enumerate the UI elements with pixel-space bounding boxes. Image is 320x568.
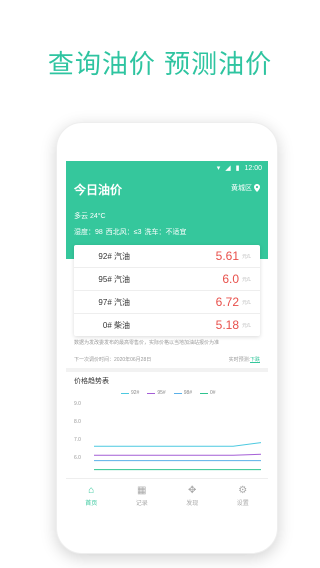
- battery-icon: ▮: [235, 165, 240, 172]
- fuel-unit: 元/L: [242, 253, 252, 260]
- tab-discover[interactable]: ✥ 发现: [167, 479, 218, 513]
- status-time: 12:00: [244, 164, 262, 172]
- price-row[interactable]: 92# 汽油 5.61 元/L: [74, 245, 260, 268]
- fuel-name: 92# 汽油: [98, 251, 130, 261]
- fuel-price: 5.18: [215, 318, 239, 332]
- tab-label: 发现: [186, 500, 199, 507]
- tab-label: 记录: [135, 500, 148, 507]
- chart-legend: 92# 95# 98# 0#: [121, 390, 216, 396]
- price-row[interactable]: 0# 柴油 5.18 元/L: [74, 314, 260, 336]
- humidity: 湿度：98: [74, 229, 103, 236]
- series-line-95#: [94, 453, 262, 456]
- fuel-name: 0# 柴油: [102, 320, 130, 330]
- page-title: 今日油价: [74, 183, 123, 197]
- legend-item: 92#: [121, 390, 139, 396]
- fuel-unit: 元/L: [242, 322, 252, 329]
- legend-item: 98#: [173, 390, 192, 396]
- price-trend-chart: 9.0 8.0 7.0 6.0: [74, 401, 262, 471]
- price-card: 92# 汽油 5.61 元/L 95# 汽油 6.0 元/L 97# 汽油 6.…: [74, 245, 260, 336]
- fuel-price: 5.61: [215, 249, 239, 263]
- legend-item: 0#: [200, 390, 216, 396]
- weather-details: 湿度：98 西北风：≤3 洗车：不适宜: [74, 227, 187, 237]
- adjust-info: 下一次调价时间：2020年06月28日 实时预测:下跌: [74, 356, 260, 363]
- price-row[interactable]: 95# 汽油 6.0 元/L: [74, 268, 260, 291]
- series-line-92#: [94, 442, 262, 447]
- y-tick-label: 7.0: [74, 437, 81, 443]
- app-screen: ▾ ◢ ▮ 12:00 今日油价 黄城区 多云 24°C 湿度：98 西北风：≤…: [66, 161, 268, 513]
- calendar-icon: ▦: [137, 484, 147, 496]
- forecast-link[interactable]: 下跌: [250, 357, 260, 363]
- tab-label: 设置: [236, 500, 249, 507]
- y-tick-label: 9.0: [74, 401, 81, 407]
- region-label: 黄城区: [231, 185, 252, 192]
- status-bar: ▾ ◢ ▮ 12:00: [66, 161, 268, 175]
- realtime-forecast: 实时预测:下跌: [229, 356, 260, 363]
- fuel-price: 6.0: [222, 272, 239, 286]
- carwash: 洗车：不适宜: [144, 229, 187, 236]
- y-tick-label: 6.0: [74, 455, 81, 461]
- fuel-unit: 元/L: [242, 299, 252, 306]
- gamepad-icon: ✥: [188, 484, 197, 496]
- legend-item: 95#: [147, 390, 166, 396]
- home-icon: ⌂: [88, 484, 95, 496]
- fuel-name: 97# 汽油: [98, 297, 130, 307]
- realtime-label: 实时预测:: [228, 357, 250, 363]
- phone-frame: ▾ ◢ ▮ 12:00 今日油价 黄城区 多云 24°C 湿度：98 西北风：≤…: [56, 122, 278, 554]
- fuel-name: 95# 汽油: [98, 274, 130, 284]
- location-pin-icon: [254, 184, 260, 192]
- wifi-icon: ▾: [216, 165, 221, 172]
- fuel-price: 6.72: [215, 295, 239, 309]
- section-divider: [66, 368, 268, 372]
- wind: 西北风：≤3: [105, 229, 142, 236]
- tab-label: 首页: [85, 500, 98, 507]
- bottom-tab-bar: ⌂ 首页 ▦ 记录 ✥ 发现 ⚙ 设置: [66, 478, 268, 513]
- weather-summary: 多云 24°C: [74, 213, 106, 220]
- y-tick-label: 8.0: [74, 419, 81, 425]
- promo-headline: 查询油价 预测油价: [47, 49, 273, 79]
- signal-icon: ◢: [225, 165, 231, 172]
- gear-icon: ⚙: [238, 484, 248, 496]
- tab-home[interactable]: ⌂ 首页: [66, 479, 117, 513]
- tab-settings[interactable]: ⚙ 设置: [218, 479, 269, 513]
- next-adjust-date: 下一次调价时间：2020年06月28日: [74, 357, 152, 363]
- tab-records[interactable]: ▦ 记录: [117, 479, 168, 513]
- price-disclaimer: 数据为发改委发布的最高零售价，实际价格以当地加油站报价为准: [74, 340, 220, 346]
- fuel-unit: 元/L: [242, 276, 252, 283]
- price-row[interactable]: 97# 汽油 6.72 元/L: [74, 291, 260, 314]
- region-selector[interactable]: 黄城区: [231, 183, 260, 193]
- trend-title: 价格趋势表: [74, 378, 109, 385]
